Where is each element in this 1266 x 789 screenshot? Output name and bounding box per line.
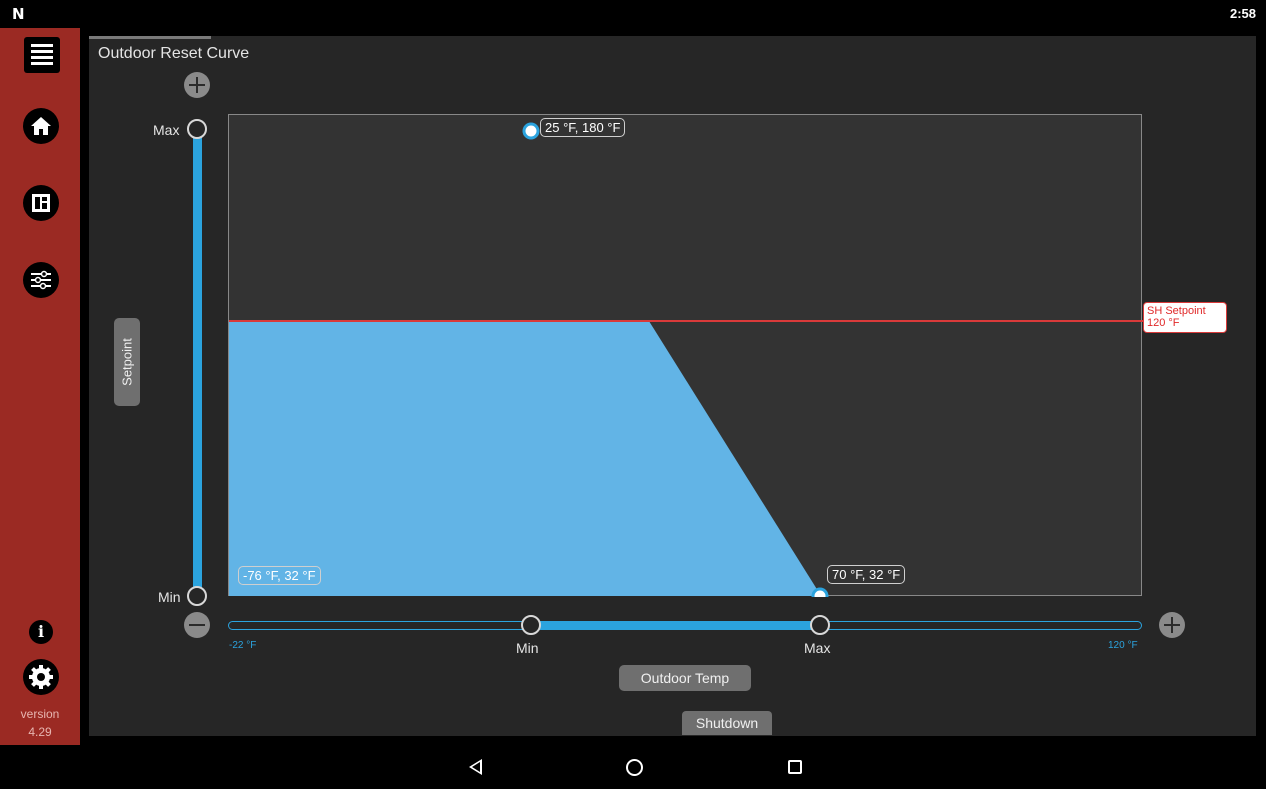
version-label: version [20, 707, 60, 721]
curve-point-label-right: 70 °F, 32 °F [827, 565, 906, 584]
setpoint-decrease-button[interactable] [184, 612, 210, 638]
status-bar: N 2:58 [0, 0, 1266, 28]
navigation-bar [0, 745, 1266, 789]
outdoor-temp-increase-button[interactable] [1159, 612, 1185, 638]
menu-icon[interactable] [24, 37, 60, 73]
curve-point-25-180[interactable] [522, 122, 540, 140]
panel-tab-indicator [89, 36, 211, 39]
gear-icon[interactable] [23, 659, 59, 695]
back-icon[interactable] [469, 759, 482, 775]
setpoint-slider-track[interactable] [193, 128, 202, 596]
setpoint-increase-button[interactable] [184, 72, 210, 98]
version-number: 4.29 [28, 725, 52, 739]
chart-svg [229, 122, 1143, 597]
setpoint-min-label: Min [158, 589, 181, 605]
info-icon[interactable]: i [29, 620, 53, 644]
page-title: Outdoor Reset Curve [98, 45, 250, 62]
outdoor-temp-button[interactable]: Outdoor Temp [619, 665, 751, 691]
dashboard-icon[interactable] [23, 185, 59, 221]
curve-point-70-32[interactable] [811, 587, 829, 597]
outdoor-temp-min-handle[interactable] [520, 615, 541, 635]
curve-point-label-left: -76 °F, 32 °F [238, 566, 321, 585]
outdoor-temp-slider-range [530, 621, 821, 630]
outdoor-temp-range-min: -22 °F [229, 640, 257, 651]
sh-setpoint-value: 120 °F [1147, 317, 1180, 329]
outdoor-temp-min-label: Min [516, 640, 539, 656]
setpoint-max-label: Max [153, 122, 180, 138]
curve-area [229, 321, 822, 596]
setpoint-axis-label: Setpoint [119, 338, 135, 386]
outdoor-temp-max-label: Max [804, 640, 831, 656]
setpoint-axis-button[interactable]: Setpoint [114, 318, 140, 406]
home-icon[interactable] [23, 108, 59, 144]
app-screen: N 2:58 i version 4.29 Outdoor Reset Curv… [0, 0, 1266, 789]
sh-setpoint-label: SH Setpoint 120 °F [1143, 302, 1227, 333]
notification-logo-icon: N [12, 5, 25, 23]
setpoint-min-handle[interactable] [187, 586, 207, 606]
curve-point-label-top: 25 °F, 180 °F [540, 118, 626, 137]
clock: 2:58 [1229, 6, 1256, 21]
shutdown-button[interactable]: Shutdown [682, 711, 772, 735]
setpoint-max-handle[interactable] [187, 119, 207, 139]
reset-curve-chart: 25 °F, 180 °F -76 °F, 32 °F 70 °F, 32 °F [228, 114, 1143, 597]
recent-apps-icon[interactable] [788, 760, 802, 774]
home-nav-icon[interactable] [626, 759, 643, 776]
sliders-icon[interactable] [23, 262, 59, 298]
sh-setpoint-title: SH Setpoint [1147, 305, 1206, 317]
outdoor-temp-range-max: 120 °F [1108, 640, 1138, 651]
sidebar: i version 4.29 [0, 28, 80, 745]
